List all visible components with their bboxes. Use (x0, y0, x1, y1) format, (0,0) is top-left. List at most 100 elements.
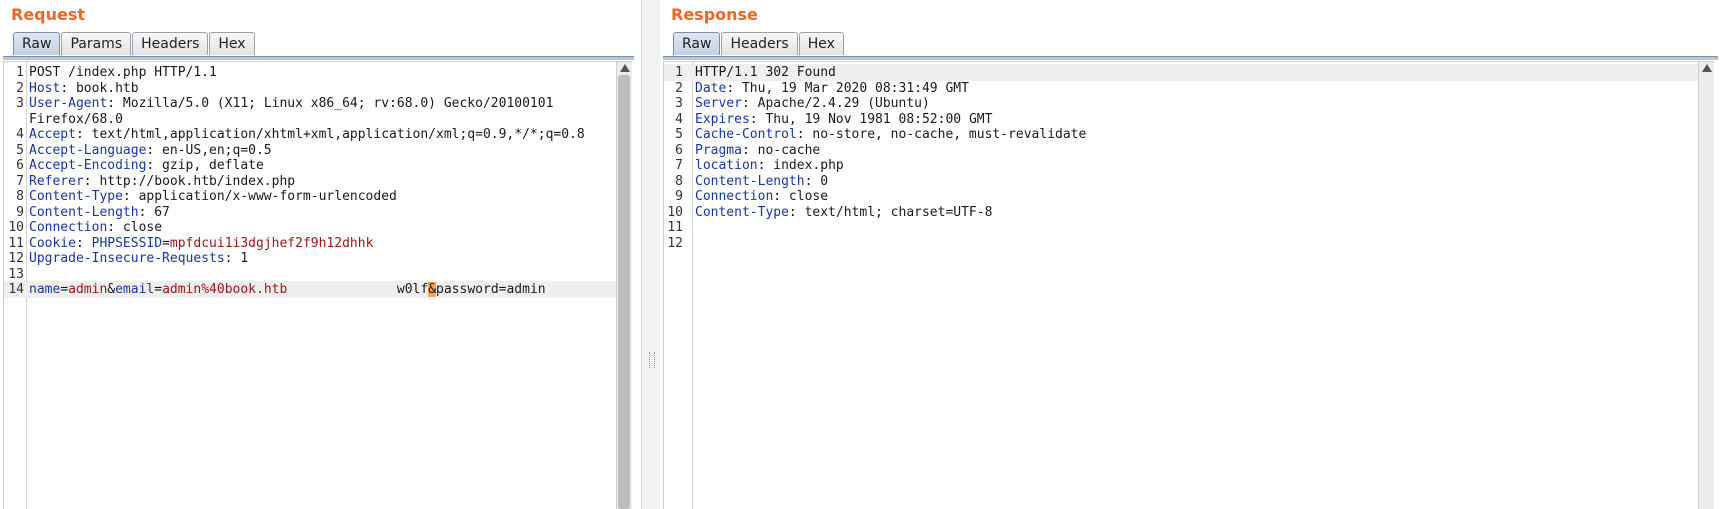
scroll-up-arrow-icon[interactable] (620, 64, 630, 72)
request-tab-rule (3, 56, 634, 60)
code-line[interactable]: 6 Accept-Encoding: gzip, deflate (4, 157, 616, 174)
token-text: : gzip, deflate (146, 158, 264, 173)
token-text: Firefox/68.0 (29, 111, 123, 127)
request-editor[interactable]: 1 POST /index.php HTTP/1.1 2 Host: book.htb… (3, 61, 632, 509)
request-title: Request (11, 5, 86, 24)
line-text: Content-Type: text/html; charset=UTF-8 (695, 204, 992, 221)
tab-headers[interactable]: Headers (721, 32, 798, 55)
token-text: : close (773, 189, 829, 204)
token-text: : no-cache (741, 142, 821, 158)
code-line[interactable]: 1 HTTP/1.1 302 Found (664, 64, 1698, 81)
line-text: Accept: text/html,application/xhtml+xml,… (29, 126, 585, 143)
code-line[interactable]: 9 Content-Length: 67 (4, 204, 616, 221)
request-scroll-thumb[interactable] (618, 75, 630, 509)
token-text: = (60, 282, 69, 297)
token-text: HTTP/1.1 302 Found (695, 65, 836, 80)
token-text: : text/html; charset=UTF-8 (788, 204, 993, 220)
line-text: Upgrade-Insecure-Requests: 1 (29, 250, 248, 267)
token-name: Cache-Control (695, 127, 797, 142)
line-number: 12 (667, 235, 683, 251)
code-line[interactable]: 12 (664, 235, 1698, 252)
code-line[interactable]: 9 Connection: close (664, 188, 1698, 205)
line-text: Expires: Thu, 19 Nov 1981 08:52:00 GMT (695, 111, 992, 128)
token-text: : (75, 235, 92, 251)
token-name: Date (695, 80, 727, 96)
code-line[interactable]: 4 Expires: Thu, 19 Nov 1981 08:52:00 GMT (664, 111, 1698, 128)
code-line[interactable]: 10 Connection: close (4, 219, 616, 236)
token-text: : book.htb (60, 80, 139, 96)
token-name: Connection (29, 220, 108, 235)
line-number: 6 (16, 158, 24, 173)
tab-raw[interactable]: Raw (673, 32, 721, 55)
line-text: Date: Thu, 19 Mar 2020 08:31:49 GMT (695, 80, 969, 97)
token-text: : application/x-www-form-urlencoded (122, 189, 397, 204)
code-line[interactable]: 3 User-Agent: Mozilla/5.0 (X11; Linux x86… (4, 95, 616, 112)
line-number: 10 (8, 220, 24, 235)
token-text: : en-US,en;q=0.5 (146, 142, 272, 158)
token-name: Content-Length (695, 173, 805, 189)
tab-hex[interactable]: Hex (209, 32, 255, 55)
code-line[interactable]: 12 Upgrade-Insecure-Requests: 1 (4, 250, 616, 267)
splitter-grip-icon[interactable] (649, 352, 655, 368)
request-scrollbar[interactable] (616, 62, 632, 509)
response-scrollbar[interactable] (1698, 62, 1714, 509)
token-text: : close (107, 220, 163, 235)
token-value: mpfdcui1i3dgjhef2f9h12dhhk (169, 235, 374, 251)
tab-hex[interactable]: Hex (798, 32, 844, 55)
tab-raw[interactable]: Raw (13, 32, 61, 55)
code-line[interactable]: 7 Referer: http://book.htb/index.php (4, 173, 616, 190)
line-number: 7 (675, 158, 683, 173)
line-number: 1 (675, 65, 683, 80)
scroll-up-arrow-icon[interactable] (1702, 64, 1712, 72)
line-number: 1 (16, 65, 24, 80)
line-text: Content-Length: 67 (29, 204, 170, 221)
line-number: 6 (675, 142, 683, 158)
code-line[interactable]: 6 Pragma: no-cache (664, 142, 1698, 159)
line-number: 2 (16, 80, 24, 96)
code-line[interactable]: 5 Cache-Control: no-store, no-cache, must… (664, 126, 1698, 143)
token-text: : Mozilla/5.0 (X11; Linux x86_64; rv:68.… (107, 96, 554, 111)
tab-headers[interactable]: Headers (132, 32, 209, 55)
line-number: 9 (16, 204, 24, 220)
line-number: 5 (675, 127, 683, 142)
code-line[interactable]: 5 Accept-Language: en-US,en;q=0.5 (4, 142, 616, 159)
code-line[interactable]: 11 Cookie: PHPSESSID=mpfdcui1i3dgjhef2f9h… (4, 235, 616, 252)
code-line[interactable]: 2 Host: book.htb (4, 80, 616, 97)
line-number: 11 (667, 220, 683, 235)
code-line[interactable]: 3 Server: Apache/2.4.29 (Ubuntu) (664, 95, 1698, 112)
code-line[interactable]: 11 (664, 219, 1698, 236)
code-line[interactable]: 13 (4, 266, 616, 283)
token-text: password=admin (436, 282, 546, 297)
code-line[interactable]: Firefox/68.0 (4, 111, 616, 128)
token-value: admin%40book.htb (162, 282, 288, 297)
code-line[interactable]: 8 Content-Type: application/x-www-form-ur… (4, 188, 616, 205)
code-line[interactable]: 10 Content-Type: text/html; charset=UTF-8 (664, 204, 1698, 221)
code-line[interactable]: 8 Content-Length: 0 (664, 173, 1698, 190)
code-line[interactable]: 1 POST /index.php HTTP/1.1 (4, 64, 616, 81)
line-text: Accept-Language: en-US,en;q=0.5 (29, 142, 272, 159)
response-editor[interactable]: 1 HTTP/1.1 302 Found 2 Date: Thu, 19 Mar 20… (663, 61, 1714, 509)
line-text: Cache-Control: no-store, no-cache, must-… (695, 126, 1086, 143)
line-number: 7 (16, 173, 24, 189)
token-text: : text/html,application/xhtml+xml,applic… (75, 127, 585, 142)
line-number: 8 (16, 189, 24, 204)
token-name: Accept (29, 127, 76, 142)
token-name: Content-Type (29, 189, 123, 204)
code-line[interactable]: 7 location: index.php (664, 157, 1698, 174)
response-pane: Response Raw Headers Hex 1 HTTP/1.1 302 Fou… (660, 0, 1724, 509)
line-number: 5 (16, 142, 24, 158)
pane-splitter[interactable] (641, 0, 661, 509)
token-text: : no-store, no-cache, must-revalidate (796, 127, 1087, 142)
line-text: Firefox/68.0 (29, 111, 123, 128)
code-line[interactable]: 4 Accept: text/html,application/xhtml+xml… (4, 126, 616, 143)
response-tab-rule (663, 56, 1718, 60)
line-text: Server: Apache/2.4.29 (Ubuntu) (695, 95, 930, 112)
tab-params[interactable]: Params (61, 32, 132, 55)
token-text: : 0 (804, 173, 829, 189)
token-name: Accept-Language (29, 142, 147, 158)
code-line[interactable]: 2 Date: Thu, 19 Mar 2020 08:31:49 GMT (664, 80, 1698, 97)
request-pane: Request Raw Params Headers Hex 1 POST /index… (0, 0, 640, 509)
request-tabs: Raw Params Headers Hex (13, 32, 256, 56)
token-name: Content-Length (29, 204, 139, 220)
code-line[interactable]: 14 name=admin&email=admin%40book.htb w0lf… (4, 281, 616, 298)
